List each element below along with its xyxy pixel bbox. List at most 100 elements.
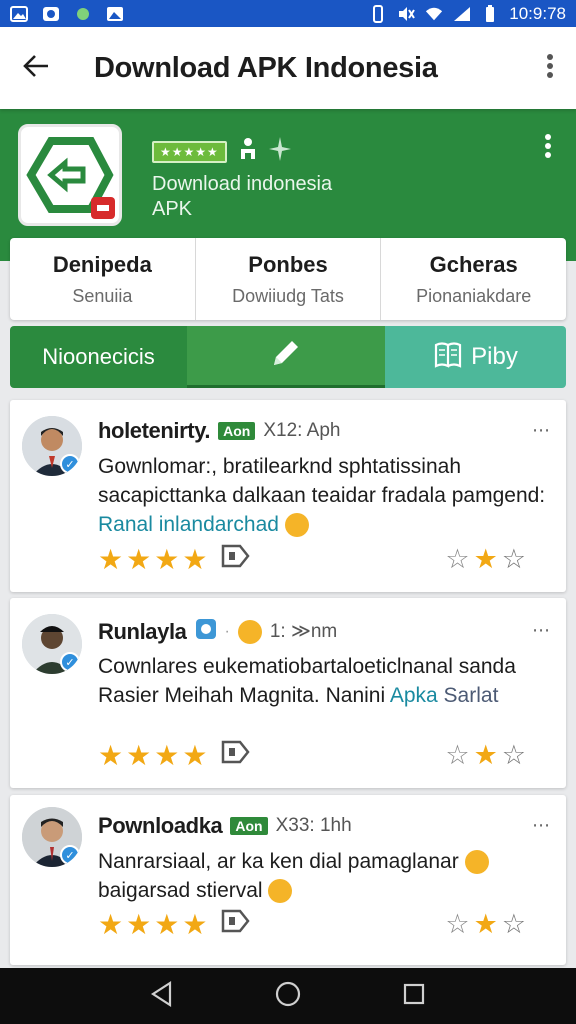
mute-icon [397, 6, 416, 22]
star-rating: ★ ★ ★ ★ [98, 738, 252, 773]
stat-value: Ponbes [248, 251, 328, 277]
review-card: ✓ holetenirty. Aon X12: Aph ⋯ Gownlomar:… [10, 400, 566, 592]
stat-label: Senuiia [72, 285, 133, 306]
back-arrow-icon[interactable] [22, 54, 50, 83]
reviewer-name: holetenirty. [98, 418, 211, 443]
star-icon: ★ [98, 909, 124, 940]
star-icon: ★ [182, 544, 208, 575]
reply-icon[interactable] [220, 907, 252, 942]
reply-icon[interactable] [220, 738, 252, 773]
battery-icon [481, 4, 499, 22]
emoji-icon [464, 850, 489, 875]
review-meta: 1: ≫nm [269, 621, 338, 642]
stat-label: Pionaniakdare [416, 285, 532, 306]
app-logo-icon[interactable] [18, 124, 122, 226]
stat-item[interactable]: Denipeda Senuiia [10, 238, 196, 320]
leaf-notification-icon [74, 6, 92, 22]
home-nav-icon[interactable] [274, 980, 302, 1013]
emoji-icon [284, 513, 309, 538]
review-actions: ☆ ★ ☆ [445, 740, 526, 771]
review-highlight: Apka [389, 684, 438, 707]
star-filled-icon[interactable]: ★ [474, 740, 498, 771]
left-action-label: Nioonecicis [42, 344, 155, 369]
read-button[interactable]: Piby [385, 326, 566, 388]
star-icon: ★ [126, 740, 152, 771]
review-options-icon[interactable]: ⋯ [532, 420, 550, 441]
signal-icon [453, 6, 471, 22]
review-meta: X33: 1hh [275, 815, 352, 836]
rating-badge: ★★★★★ [152, 140, 227, 163]
review-options-icon[interactable]: ⋯ [532, 620, 550, 641]
review-card: ✓ Runlayla · 1: ≫nm ⋯ Cownlares eukemati… [10, 598, 566, 788]
read-button-label: Piby [471, 343, 518, 370]
vibrate-icon [369, 4, 387, 23]
page-title: Download APK Indonesia [94, 51, 438, 84]
star-icon: ★ [126, 909, 152, 940]
review-actions: ☆ ★ ☆ [445, 909, 526, 940]
avatar[interactable]: ✓ [22, 416, 82, 476]
reviewer-tag: Aon [230, 817, 268, 835]
sync-notification-icon [42, 6, 60, 22]
back-nav-icon[interactable] [150, 980, 174, 1012]
stat-label: Dowiiudg Tats [232, 285, 344, 306]
star-filled-icon[interactable]: ★ [474, 909, 498, 940]
share-icon[interactable]: ☆ [502, 909, 526, 940]
emoji-icon [268, 879, 293, 904]
star-icon: ★ [154, 544, 180, 575]
reviewer-name: Runlayla [98, 618, 187, 644]
review-text: Cownlares eukematiobartaloeticlnanal san… [98, 652, 552, 710]
emoji-icon [237, 619, 262, 644]
action-bar: Nioonecicis Piby [10, 326, 566, 388]
separator-dot: · [224, 622, 230, 640]
review-body: Nanrarsiaal, ar ka ken dial pamaglanar [98, 850, 459, 873]
edit-button[interactable] [187, 326, 385, 388]
review-body: Gownlomar:, bratilearknd sphtatissinah s… [98, 455, 546, 507]
app-name-line-2: APK [152, 198, 193, 220]
verified-badge-icon: ✓ [60, 652, 80, 672]
share-icon[interactable]: ☆ [502, 740, 526, 771]
reply-icon[interactable] [220, 542, 252, 577]
star-rating: ★ ★ ★ ★ [98, 542, 252, 577]
star-outline-icon[interactable]: ☆ [445, 740, 469, 771]
editors-choice-icon [237, 137, 259, 166]
share-icon[interactable]: ☆ [502, 544, 526, 575]
verified-icon [195, 618, 217, 645]
app-bar: Download APK Indonesia [0, 27, 576, 109]
stat-item[interactable]: Gcheras Pionaniakdare [381, 238, 566, 320]
reviewer-name: Pownloadka [98, 813, 223, 838]
stat-value: Gcheras [429, 251, 518, 277]
stat-item[interactable]: Ponbes Dowiiudg Tats [196, 238, 382, 320]
review-text: Nanrarsiaal, ar ka ken dial pamaglanar b… [98, 847, 552, 905]
star-icon: ★ [98, 544, 124, 575]
status-bar: 10:9:78 [0, 0, 576, 27]
photo-notification-icon [10, 5, 28, 22]
app-name: Download indonesia APK [152, 172, 332, 222]
verified-badge-icon: ✓ [60, 845, 80, 865]
review-text: Gownlomar:, bratilearknd sphtatissinah s… [98, 452, 552, 539]
review-body-end: baigarsad stierval [98, 879, 263, 902]
star-icon: ★ [154, 909, 180, 940]
star-filled-icon[interactable]: ★ [474, 544, 498, 575]
star-outline-icon[interactable]: ☆ [445, 909, 469, 940]
status-time: 10:9:78 [509, 3, 566, 23]
star-rating: ★ ★ ★ ★ [98, 907, 252, 942]
star-icon: ★ [126, 544, 152, 575]
avatar[interactable]: ✓ [22, 614, 82, 674]
gallery-notification-icon [106, 6, 124, 22]
star-outline-icon[interactable]: ☆ [445, 544, 469, 575]
system-nav-bar [0, 968, 576, 1024]
avatar[interactable]: ✓ [22, 807, 82, 867]
left-action-button[interactable]: Nioonecicis [10, 326, 187, 388]
star-icon: ★ [98, 740, 124, 771]
app-name-line-1: Download indonesia [152, 173, 333, 195]
review-card: ✓ Pownloadka Aon X33: 1hh ⋯ Nanrarsiaal,… [10, 795, 566, 965]
sparkle-icon [268, 137, 291, 166]
review-highlight: Ranal inlandarchad [98, 513, 279, 536]
overflow-menu-icon[interactable] [546, 53, 554, 84]
review-actions: ☆ ★ ☆ [445, 544, 526, 575]
reviewer-tag: Aon [218, 422, 256, 440]
review-options-icon[interactable]: ⋯ [532, 815, 550, 836]
hero-overflow-menu-icon[interactable] [544, 134, 552, 163]
recents-nav-icon[interactable] [402, 982, 426, 1011]
book-icon [433, 339, 463, 376]
